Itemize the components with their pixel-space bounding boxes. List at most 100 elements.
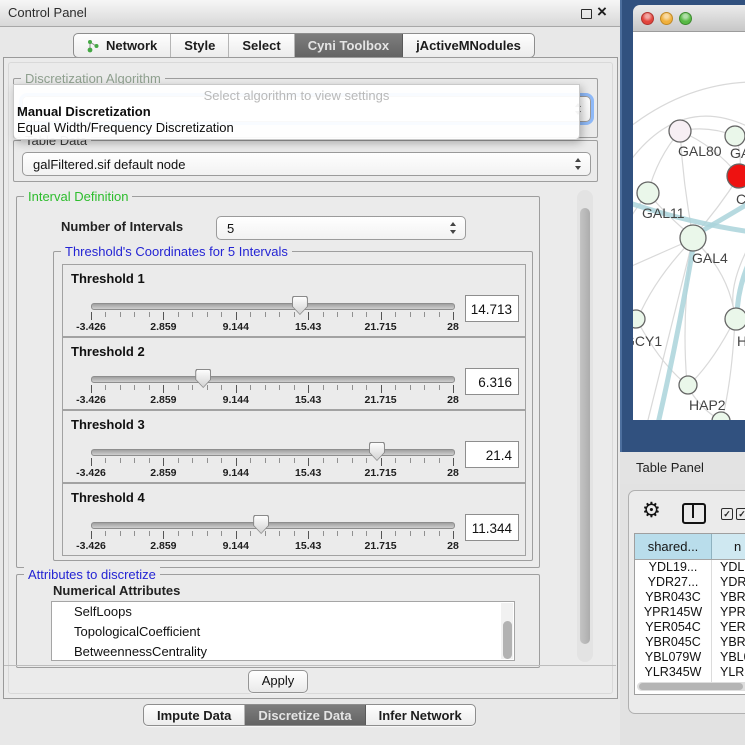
network-node-gal11[interactable] <box>637 182 659 204</box>
column-header-shared[interactable]: shared... <box>635 534 712 559</box>
tick-mark <box>192 385 193 390</box>
numerical-attributes-list[interactable]: SelfLoopsTopologicalCoefficientBetweenne… <box>51 601 515 661</box>
footer-divider <box>4 665 616 666</box>
tick-mark <box>424 458 425 463</box>
tick-mark <box>308 458 309 466</box>
tick-label: 2.859 <box>150 540 176 552</box>
slider-track[interactable] <box>91 303 455 310</box>
tab-impute-data[interactable]: Impute Data <box>144 705 245 725</box>
tick-mark <box>105 385 106 390</box>
tick-mark <box>91 458 92 466</box>
network-window-titlebar[interactable] <box>633 5 745 32</box>
tab-network[interactable]: Network <box>74 34 171 57</box>
network-node-gal4[interactable] <box>680 225 706 251</box>
tab-discretize-data[interactable]: Discretize Data <box>245 705 365 725</box>
network-node-8[interactable] <box>712 412 730 420</box>
table-row[interactable]: YBL079WYBL0 <box>635 650 745 665</box>
algorithm-option-equal-width-frequency-discretization[interactable]: Equal Width/Frequency Discretization <box>17 120 234 135</box>
network-node-h[interactable] <box>725 308 745 330</box>
tick-label: 15.43 <box>295 540 321 552</box>
node-label: H <box>737 333 745 349</box>
tick-label: 9.144 <box>223 394 249 406</box>
algorithm-option-manual-discretization[interactable]: Manual Discretization <box>17 104 151 119</box>
tick-mark <box>236 312 237 320</box>
network-canvas[interactable]: GAL80GACGAL11GAL4GCY1HHAP2 <box>633 32 745 420</box>
tick-label: 21.715 <box>365 467 397 479</box>
tick-mark <box>134 312 135 317</box>
network-node-ga[interactable] <box>725 126 745 146</box>
network-node-gcy1[interactable] <box>633 310 645 328</box>
cell-name: YBR0 <box>712 590 745 605</box>
column-header-name[interactable]: n <box>712 534 745 559</box>
threshold-value-field[interactable]: 11.344 <box>465 514 519 541</box>
table-row[interactable]: YDL19...YDL1 <box>635 560 745 575</box>
spinner-arrows-icon <box>575 158 582 170</box>
tick-mark <box>366 385 367 390</box>
threshold-value-field[interactable]: 14.713 <box>465 295 519 322</box>
cell-shared-name: YPR145W <box>635 605 712 620</box>
float-window-icon[interactable] <box>581 9 592 19</box>
checkbox-icon[interactable]: ✓ <box>721 508 733 520</box>
tick-mark <box>163 312 164 320</box>
tab-cyni-toolbox[interactable]: Cyni Toolbox <box>295 34 403 57</box>
tab-label: jActiveMNodules <box>416 38 521 53</box>
close-traffic-icon[interactable] <box>641 12 654 25</box>
table-data-group: Table Data galFiltered.sif default node <box>13 140 598 182</box>
tick-label: -3.426 <box>76 467 106 479</box>
top-tab-bar: NetworkStyleSelectCyni Toolbox jActiveMNo… <box>73 33 535 58</box>
minimize-traffic-icon[interactable] <box>660 12 673 25</box>
slider-track[interactable] <box>91 522 455 529</box>
slider-thumb[interactable] <box>369 442 385 461</box>
table-panel-tab[interactable]: Table Panel <box>620 452 745 485</box>
slider-thumb[interactable] <box>195 369 211 388</box>
tick-mark <box>178 312 179 317</box>
close-icon[interactable]: × <box>597 2 607 22</box>
column-layout-icon[interactable] <box>682 503 706 524</box>
attribute-item-topologicalcoefficient[interactable]: TopologicalCoefficient <box>52 622 514 642</box>
list-scrollbar[interactable] <box>501 603 513 659</box>
table-data-combo[interactable]: galFiltered.sif default node <box>22 152 591 176</box>
tick-mark <box>294 312 295 317</box>
slider-track[interactable] <box>91 449 455 456</box>
checkbox-icon[interactable]: ✓ <box>736 508 745 520</box>
network-node-hap2[interactable] <box>679 376 697 394</box>
tab-label: Impute Data <box>157 708 231 723</box>
table-row[interactable]: YBR043CYBR0 <box>635 590 745 605</box>
table-hscrollbar[interactable] <box>637 682 745 691</box>
tick-mark <box>250 312 251 317</box>
tick-mark <box>395 312 396 317</box>
threshold-value-field[interactable]: 21.4 <box>465 441 519 468</box>
tick-mark <box>149 531 150 536</box>
main-scrollbar[interactable] <box>577 190 593 662</box>
table-panel-card: ⚙ ✓ ✓ shared... n YDL19...YDL1YDR27...YD… <box>628 490 745 714</box>
table-row[interactable]: YER054CYER0 <box>635 620 745 635</box>
table-row[interactable]: YLR345WYLR3 <box>635 665 745 680</box>
tab-label: Infer Network <box>379 708 462 723</box>
table-row[interactable]: YPR145WYPR1 <box>635 605 745 620</box>
node-table[interactable]: shared... n YDL19...YDL1YDR27...YDR2YBR0… <box>634 533 745 695</box>
apply-button[interactable]: Apply <box>248 670 308 693</box>
table-data-value: galFiltered.sif default node <box>33 157 185 172</box>
num-intervals-combo[interactable]: 5 <box>216 216 466 240</box>
table-row[interactable]: YDR27...YDR2 <box>635 575 745 590</box>
table-row[interactable]: YBR045CYBR0 <box>635 635 745 650</box>
network-edge[interactable] <box>689 319 735 385</box>
slider-thumb[interactable] <box>253 515 269 534</box>
threshold-value-field[interactable]: 6.316 <box>465 368 519 395</box>
attribute-item-betweennesscentrality[interactable]: BetweennessCentrality <box>52 642 514 661</box>
tab-infer-network[interactable]: Infer Network <box>366 705 475 725</box>
tab-select[interactable]: Select <box>229 34 294 57</box>
slider-track[interactable] <box>91 376 455 383</box>
zoom-traffic-icon[interactable] <box>679 12 692 25</box>
gear-icon[interactable]: ⚙ <box>642 500 661 521</box>
tick-mark <box>207 312 208 317</box>
tick-label: 9.144 <box>223 467 249 479</box>
attribute-item-selfloops[interactable]: SelfLoops <box>52 602 514 622</box>
network-node-c[interactable] <box>727 164 745 188</box>
tab-jactivemnodules[interactable]: jActiveMNodules <box>403 34 534 57</box>
tick-mark <box>279 385 280 390</box>
tab-style[interactable]: Style <box>171 34 229 57</box>
node-label: GAL4 <box>692 250 728 266</box>
tick-mark <box>207 458 208 463</box>
network-node-gal80[interactable] <box>669 120 691 142</box>
